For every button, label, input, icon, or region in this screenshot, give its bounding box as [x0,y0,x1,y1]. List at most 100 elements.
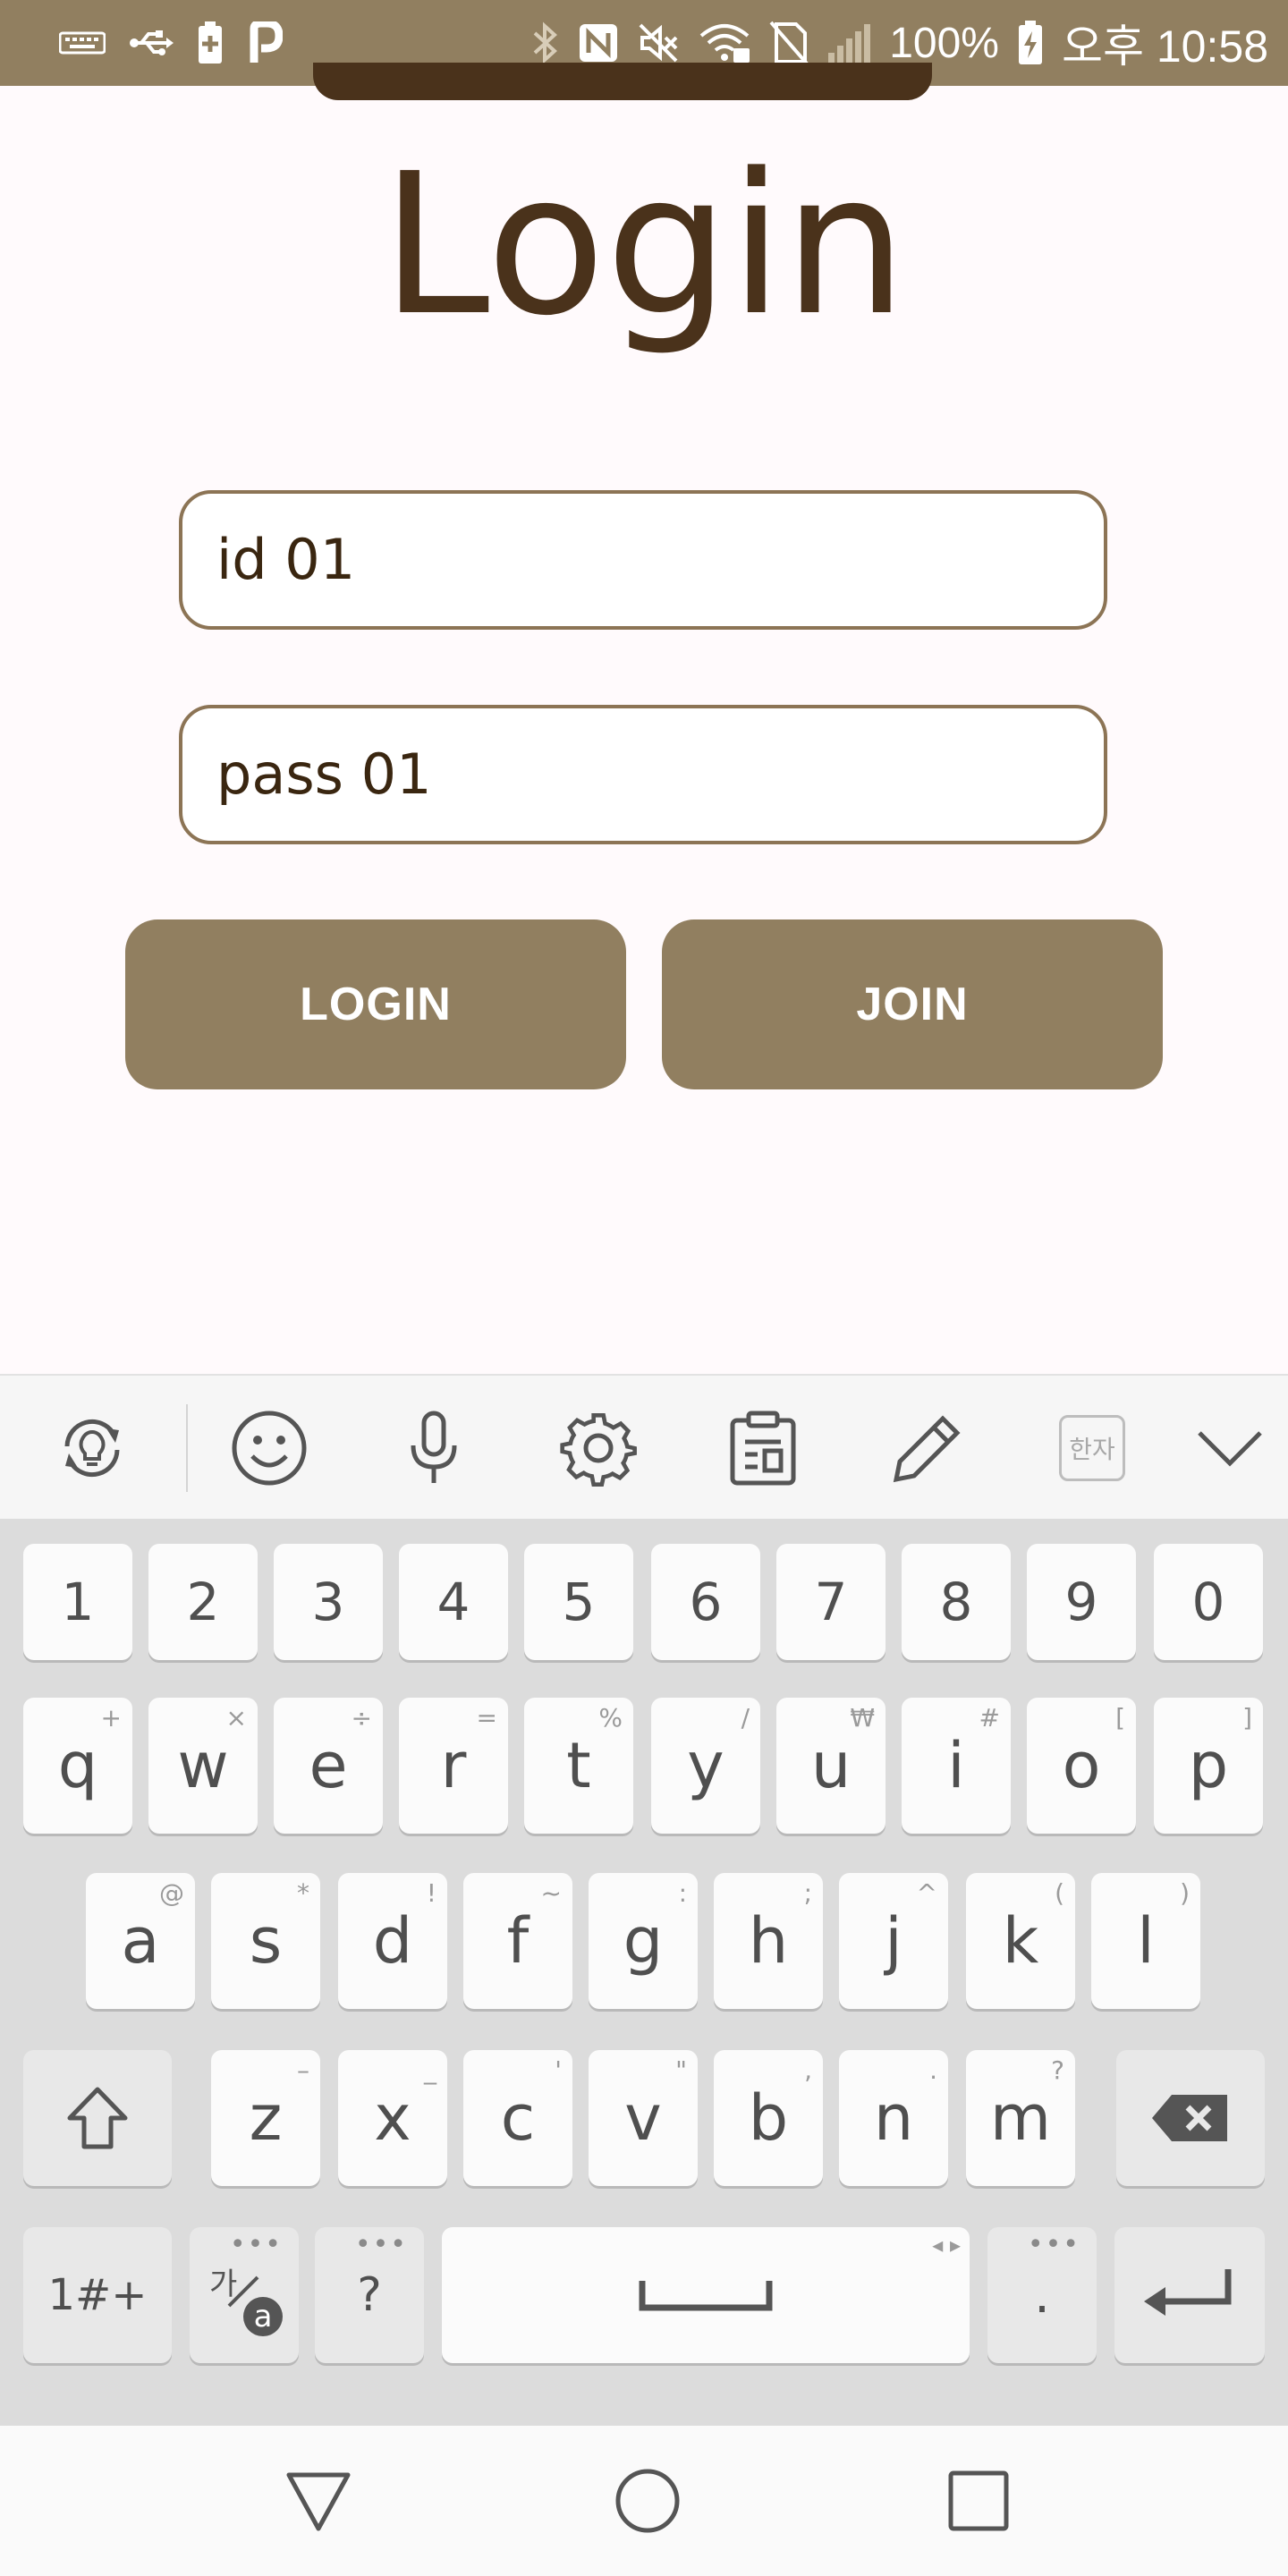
join-button[interactable]: JOIN [662,919,1163,1089]
idea-refresh-icon[interactable] [52,1408,132,1488]
more-dots: ••• [354,2229,408,2260]
charging-battery-icon [1017,21,1044,65]
key-label: b [748,2081,789,2155]
key-label: x [374,2081,411,2155]
key-hint: ' [555,2055,562,2085]
id-input[interactable]: id 01 [179,490,1107,630]
key-z[interactable]: z – [211,2050,320,2186]
signal-icon [826,22,871,64]
key-label: g [623,1904,664,1978]
login-button[interactable]: LOGIN [125,919,626,1089]
key-0[interactable]: 0 [1154,1544,1263,1660]
key-e[interactable]: e ÷ [274,1698,383,1834]
key-k[interactable]: k( [966,1873,1075,2009]
key-y[interactable]: y / [651,1698,760,1834]
key-r[interactable]: r = [399,1698,508,1834]
emoji-icon[interactable] [229,1408,309,1488]
key-b[interactable]: b, [714,2050,823,2186]
period-key[interactable]: ••• . [987,2227,1097,2363]
key-hint: / [741,1703,750,1733]
key-hint: # [979,1703,1000,1733]
key-label: d [372,1904,413,1978]
key-d[interactable]: d! [338,1873,447,2009]
backspace-key[interactable] [1116,2050,1265,2186]
key-label: k [1002,1904,1039,1978]
shift-icon [67,2087,128,2149]
key-h[interactable]: h; [714,1873,823,2009]
key-3[interactable]: 3 [274,1544,383,1660]
key-2[interactable]: 2 [148,1544,258,1660]
settings-icon[interactable] [558,1408,639,1488]
key-label: t [566,1729,591,1802]
key-7[interactable]: 7 [776,1544,886,1660]
more-dots: ••• [1027,2229,1080,2260]
key-w[interactable]: w × [148,1698,258,1834]
key-l[interactable]: l) [1091,1873,1200,2009]
key-n[interactable]: n. [839,2050,948,2186]
hanja-label: 한자 [1059,1415,1125,1481]
key-label: r [440,1729,467,1802]
key-a[interactable]: a @ [86,1873,195,2009]
question-key[interactable]: ••• ? [315,2227,424,2363]
clipboard-icon[interactable] [723,1408,803,1488]
key-label: c [500,2081,536,2155]
key-hint: [ [1115,1703,1125,1733]
space-arrows: ◂ ▸ [932,2233,961,2258]
page-title: Login [380,132,908,359]
key-label: h [748,1904,789,1978]
key-t[interactable]: t% [524,1698,633,1834]
key-f[interactable]: f ~ [463,1873,572,2009]
key-label: z [249,2081,283,2155]
key-5[interactable]: 5 [524,1544,633,1660]
navigation-bar [0,2426,1288,2576]
usb-icon [129,25,174,61]
language-label-bottom: a [243,2297,283,2336]
home-icon[interactable] [612,2465,683,2537]
key-hint: + [100,1703,122,1733]
key-label: y [687,1729,724,1802]
key-c[interactable]: c ' [463,2050,572,2186]
key-x[interactable]: x _ [338,2050,447,2186]
key-q[interactable]: q + [23,1698,132,1834]
password-input[interactable]: pass 01 [179,705,1107,844]
key-i[interactable]: i # [902,1698,1011,1834]
recents-icon[interactable] [943,2465,1014,2537]
key-label: i [947,1729,965,1802]
keyboard-icon [59,30,106,56]
more-dots: ••• [229,2229,283,2260]
key-9[interactable]: 9 [1027,1544,1136,1660]
key-4[interactable]: 4 [399,1544,508,1660]
key-label: q [57,1729,98,1802]
key-label: n [873,2081,914,2155]
key-hint: ÷ [351,1703,372,1733]
shift-key[interactable] [23,2050,172,2186]
key-j[interactable]: j ^ [839,1873,948,2009]
key-hint: % [598,1703,623,1733]
key-hint: ) [1180,1878,1190,1908]
key-6[interactable]: 6 [651,1544,760,1660]
key-hint: . [929,2055,937,2085]
key-s[interactable]: s * [211,1873,320,2009]
key-g[interactable]: g: [589,1873,698,2009]
status-left-icons [59,20,283,66]
collapse-icon[interactable] [1190,1408,1270,1488]
hanja-icon[interactable]: 한자 [1052,1408,1132,1488]
key-p[interactable]: p] [1154,1698,1263,1834]
key-8[interactable]: 8 [902,1544,1011,1660]
pencil-icon[interactable] [887,1408,968,1488]
key-v[interactable]: v " [589,2050,698,2186]
key-label: l [1137,1904,1155,1978]
key-o[interactable]: o[ [1027,1698,1136,1834]
back-icon[interactable] [283,2465,354,2537]
key-1[interactable]: 1 [23,1544,132,1660]
key-hint: @ [159,1878,184,1908]
language-key[interactable]: ••• 가 a [190,2227,299,2363]
key-m[interactable]: m? [966,2050,1075,2186]
space-key[interactable]: ◂ ▸ [442,2227,970,2363]
key-hint: * [297,1878,309,1908]
symbols-key[interactable]: 1#+ [23,2227,172,2363]
key-u[interactable]: u ₩ [776,1698,886,1834]
microphone-icon[interactable] [394,1408,474,1488]
enter-key[interactable] [1114,2227,1265,2363]
battery-percent: 100% [889,19,999,67]
